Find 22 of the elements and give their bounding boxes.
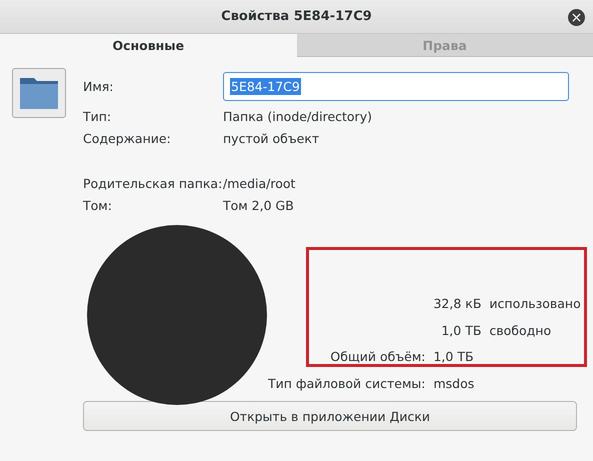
name-field[interactable]: 5E84-17C9 (223, 72, 569, 101)
usage-label: свободно (489, 322, 552, 340)
folder-icon (19, 76, 59, 110)
property-label: Тип: (83, 108, 112, 126)
filesystem-label: Тип файловой системы: (268, 374, 426, 393)
total-label: Общий объём: (329, 348, 426, 366)
window-title: Свойства 5E84-17C9 (221, 9, 372, 24)
property-value: пустой объект (223, 130, 320, 148)
total-value: 1,0 ТБ (433, 348, 475, 366)
property-label: Родительская папка: (83, 175, 223, 193)
close-button[interactable]: × (568, 9, 585, 26)
property-label: Том: (83, 197, 113, 215)
open-in-disks-button[interactable]: Открыть в приложении Диски (83, 401, 577, 431)
property-value: Папка (inode/directory) (223, 108, 373, 126)
property-value: Том 2,0 GB (223, 197, 295, 215)
filesystem-value: msdos (433, 374, 476, 392)
usage-value: 32,8 кБ (433, 295, 482, 313)
property-value: /media/root (223, 175, 296, 193)
usage-label: использовано (489, 295, 581, 313)
property-label: Содержание: (83, 130, 172, 148)
field-label: Имя: (83, 78, 115, 96)
usage-value: 1,0 ТБ (440, 322, 482, 340)
